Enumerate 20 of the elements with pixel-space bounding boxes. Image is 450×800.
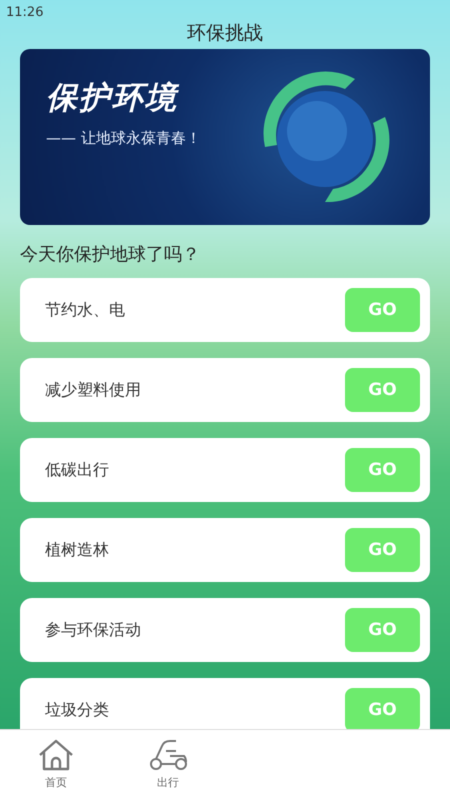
task-label: 参与环保活动 <box>45 620 141 640</box>
task-label: 减少塑料使用 <box>45 380 141 400</box>
task-label: 植树造林 <box>45 540 109 560</box>
go-button[interactable]: GO <box>345 448 420 492</box>
status-time: 11:26 <box>5 4 44 21</box>
tab-item[interactable]: 出行 <box>112 730 224 800</box>
task-label: 低碳出行 <box>45 460 109 480</box>
go-button[interactable]: GO <box>345 688 420 730</box>
go-button[interactable]: GO <box>345 368 420 412</box>
go-button[interactable]: GO <box>345 528 420 572</box>
tab-item[interactable]: 首页 <box>0 730 112 800</box>
banner-tagline: —— 让地球永葆青春！ <box>46 129 201 148</box>
question-text: 今天你保护地球了吗？ <box>20 243 200 266</box>
task-label: 垃圾分类 <box>45 700 109 720</box>
banner-headline: 保护环境 <box>46 79 178 118</box>
go-button[interactable]: GO <box>345 608 420 652</box>
page-title: 环保挑战 <box>187 21 263 45</box>
scooter-icon <box>148 738 188 772</box>
go-button[interactable]: GO <box>345 288 420 332</box>
task-label: 节约水、电 <box>45 300 125 320</box>
